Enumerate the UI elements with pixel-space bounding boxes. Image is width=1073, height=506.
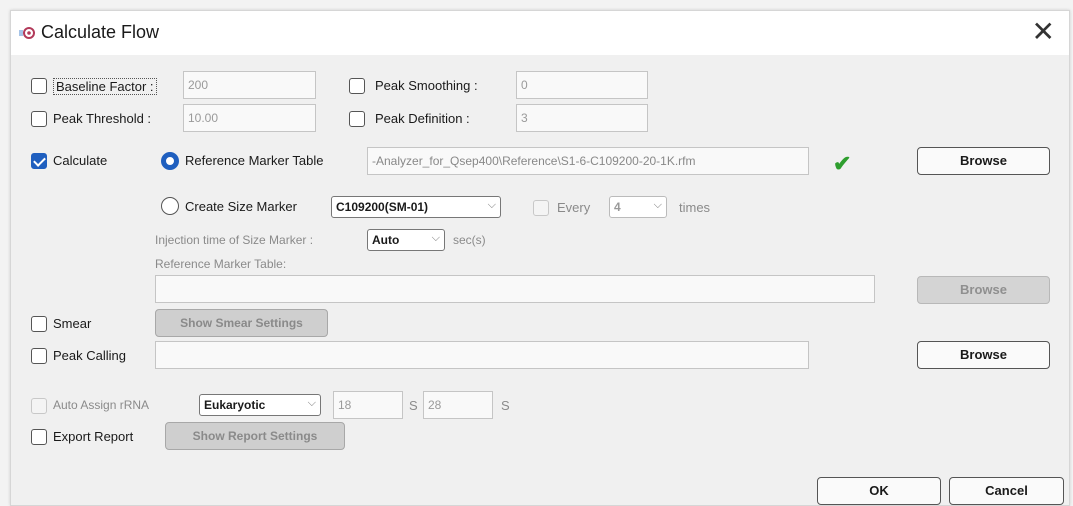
export-report-label: Export Report [53, 429, 134, 444]
browse-button-disabled[interactable]: Browse [917, 276, 1050, 304]
cancel-button[interactable]: Cancel [949, 477, 1064, 505]
baseline-factor-input[interactable]: 200 [183, 71, 316, 99]
smear-checkbox[interactable] [31, 316, 47, 332]
close-icon[interactable]: ✕ [1032, 17, 1055, 47]
peak-threshold-label: Peak Threshold : [53, 111, 152, 126]
rrna-unit1-label: S [409, 398, 418, 413]
create-size-marker-label: Create Size Marker [185, 199, 297, 214]
peak-threshold-checkbox[interactable] [31, 111, 47, 127]
peak-calling-browse-button[interactable]: Browse [917, 341, 1050, 369]
peak-definition-input[interactable]: 3 [516, 104, 648, 132]
injection-time-select-value: Auto [372, 233, 400, 247]
reference-marker-radio-label: Reference Marker Table [185, 153, 324, 168]
peak-definition-checkbox[interactable] [349, 111, 365, 127]
every-checkbox[interactable] [533, 200, 549, 216]
size-marker-select-value: C109200(SM-01) [336, 200, 429, 214]
checkmark-icon: ✔ [833, 151, 852, 176]
peak-smoothing-checkbox[interactable] [349, 78, 365, 94]
every-select-value: 4 [614, 200, 621, 214]
injection-time-label: Injection time of Size Marker : [155, 233, 314, 247]
calculate-flow-dialog: Calculate Flow ✕ Baseline Factor : 200 P… [10, 10, 1070, 506]
app-icon [19, 27, 35, 39]
ok-button[interactable]: OK [817, 477, 941, 505]
sec-label: sec(s) [453, 233, 486, 247]
rrna-value2-input[interactable]: 28 [423, 391, 493, 419]
baseline-factor-label: Baseline Factor : [53, 78, 157, 95]
calculate-label: Calculate [53, 153, 108, 168]
peak-smoothing-label: Peak Smoothing : [375, 78, 478, 93]
times-label: times [679, 200, 711, 215]
chevron-down-icon: ⌵ [653, 199, 662, 211]
peak-calling-checkbox[interactable] [31, 348, 47, 364]
reference-table-input[interactable] [155, 275, 875, 303]
peak-calling-input[interactable] [155, 341, 809, 369]
baseline-factor-checkbox[interactable] [31, 78, 47, 94]
create-size-marker-radio[interactable] [161, 197, 179, 215]
peak-definition-label: Peak Definition : [375, 111, 470, 126]
auto-assign-select-value: Eukaryotic [204, 398, 266, 412]
title-bar: Calculate Flow ✕ [11, 11, 1069, 55]
chevron-down-icon: ⌵ [431, 232, 440, 244]
rrna-value1-input[interactable]: 18 [333, 391, 403, 419]
peak-calling-label: Peak Calling [53, 348, 126, 363]
peak-threshold-input[interactable]: 10.00 [183, 104, 316, 132]
rrna-unit2-label: S [501, 398, 510, 413]
reference-table-label: Reference Marker Table: [155, 257, 287, 271]
auto-assign-checkbox[interactable] [31, 398, 47, 414]
auto-assign-select[interactable]: Eukaryotic ⌵ [199, 394, 321, 416]
reference-marker-radio[interactable] [161, 152, 179, 170]
every-select[interactable]: 4 ⌵ [609, 196, 667, 218]
calculate-checkbox[interactable] [31, 153, 47, 169]
reference-marker-path-input[interactable]: -Analyzer_for_Qsep400\Reference\S1-6-C10… [367, 147, 809, 175]
smear-label: Smear [53, 316, 92, 331]
chevron-down-icon: ⌵ [487, 199, 496, 211]
browse-button[interactable]: Browse [917, 147, 1050, 175]
peak-smoothing-input[interactable]: 0 [516, 71, 648, 99]
show-smear-settings-button[interactable]: Show Smear Settings [155, 309, 328, 337]
export-report-checkbox[interactable] [31, 429, 47, 445]
auto-assign-label: Auto Assign rRNA [53, 398, 150, 412]
dialog-title: Calculate Flow [41, 22, 160, 42]
size-marker-select[interactable]: C109200(SM-01) ⌵ [331, 196, 501, 218]
injection-time-select[interactable]: Auto ⌵ [367, 229, 445, 251]
every-label: Every [557, 200, 591, 215]
chevron-down-icon: ⌵ [307, 397, 316, 409]
show-report-settings-button[interactable]: Show Report Settings [165, 422, 345, 450]
